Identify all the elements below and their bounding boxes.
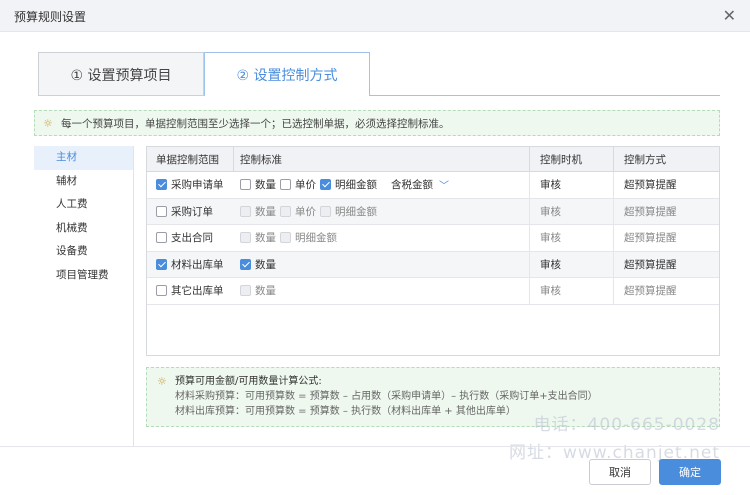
lightbulb-icon: ☼ bbox=[43, 116, 53, 130]
lightbulb-icon: ☼ bbox=[157, 375, 167, 388]
tab-set-control-method[interactable]: ② 设置控制方式 bbox=[204, 52, 370, 96]
table-row: 采购申请单 数量 单价 明细金额 含税金额 ﹀ 审核 超预算提醒 bbox=[147, 172, 719, 199]
cancel-button[interactable]: 取消 bbox=[589, 459, 651, 485]
close-icon[interactable]: ✕ bbox=[723, 6, 736, 25]
header-timing: 控制时机 bbox=[529, 147, 613, 171]
doc-checkbox[interactable] bbox=[156, 205, 167, 217]
budget-item-sidebar: 主材 辅材 人工费 机械费 设备费 项目管理费 bbox=[34, 146, 134, 446]
tip-banner: ☼ 每一个预算项目，单据控制范围至少选择一个；已选控制单据，必须选择控制标准。 bbox=[34, 110, 720, 136]
price-checkbox bbox=[280, 205, 291, 217]
tab-divider bbox=[38, 95, 204, 96]
header-scope: 单据控制范围 bbox=[156, 153, 219, 166]
table-header: 单据控制范围 控制标准 控制时机 控制方式 bbox=[147, 147, 719, 172]
formula-title: 预算可用金额/可用数量计算公式: bbox=[175, 376, 322, 387]
table-row: 材料出库单 数量 审核 超预算提醒 bbox=[147, 251, 719, 278]
qty-checkbox bbox=[240, 205, 251, 217]
timing-value[interactable]: 审核 bbox=[529, 172, 613, 198]
doc-checkbox[interactable] bbox=[156, 258, 167, 270]
sidebar-item-project-management[interactable]: 项目管理费 bbox=[34, 264, 133, 288]
qty-label: 数量 bbox=[255, 205, 276, 218]
sidebar-item-auxiliary-material[interactable]: 辅材 bbox=[34, 170, 133, 194]
doc-label: 支出合同 bbox=[171, 232, 213, 245]
sidebar-item-main-material[interactable]: 主材 bbox=[34, 146, 133, 170]
table-row: 其它出库单 数量 审核 超预算提醒 bbox=[147, 278, 719, 305]
tab-divider bbox=[370, 95, 720, 96]
method-value: 超预算提醒 bbox=[613, 225, 719, 251]
tip-text: 每一个预算项目，单据控制范围至少选择一个；已选控制单据，必须选择控制标准。 bbox=[61, 117, 450, 130]
doc-checkbox[interactable] bbox=[156, 179, 167, 191]
doc-checkbox[interactable] bbox=[156, 232, 167, 244]
amount-checkbox[interactable] bbox=[320, 179, 331, 191]
doc-label: 采购订单 bbox=[171, 205, 213, 218]
price-label: 单价 bbox=[295, 179, 316, 192]
amount-label: 明细金额 bbox=[295, 232, 337, 245]
price-label: 单价 bbox=[295, 205, 316, 218]
header-method: 控制方式 bbox=[613, 147, 719, 171]
timing-value: 审核 bbox=[529, 198, 613, 224]
dialog-title: 预算规则设置 bbox=[14, 10, 87, 24]
tab-set-budget-items[interactable]: ① 设置预算项目 bbox=[38, 52, 204, 96]
sidebar-item-equipment[interactable]: 设备费 bbox=[34, 240, 133, 264]
dialog-titlebar: 预算规则设置 ✕ bbox=[0, 0, 750, 32]
qty-checkbox bbox=[240, 285, 251, 297]
qty-checkbox bbox=[240, 232, 251, 244]
method-value: 超预算提醒 bbox=[613, 198, 719, 224]
qty-label: 数量 bbox=[255, 258, 276, 271]
doc-label: 采购申请单 bbox=[171, 179, 224, 192]
footer-divider bbox=[0, 446, 750, 447]
timing-value: 审核 bbox=[529, 225, 613, 251]
qty-checkbox[interactable] bbox=[240, 179, 251, 191]
timing-value: 审核 bbox=[529, 278, 613, 304]
sidebar-item-labor[interactable]: 人工费 bbox=[34, 193, 133, 217]
qty-checkbox[interactable] bbox=[240, 258, 251, 270]
table-row: 采购订单 数量 单价 明细金额 审核 超预算提醒 bbox=[147, 198, 719, 225]
qty-label: 数量 bbox=[255, 179, 276, 192]
amount-label: 明细金额 bbox=[335, 179, 377, 192]
header-standard: 控制标准 bbox=[233, 147, 529, 171]
doc-label: 材料出库单 bbox=[171, 258, 224, 271]
method-value[interactable]: 超预算提醒 bbox=[613, 172, 719, 198]
amount-checkbox bbox=[320, 205, 331, 217]
qty-label: 数量 bbox=[255, 285, 276, 298]
watermark-phone: 电话：400-665-0028 bbox=[533, 415, 720, 435]
control-table: 单据控制范围 控制标准 控制时机 控制方式 采购申请单 数量 单价 明细金额 含… bbox=[146, 146, 720, 356]
qty-label: 数量 bbox=[255, 232, 276, 245]
amount-label: 明细金额 bbox=[335, 205, 377, 218]
amount-checkbox bbox=[280, 232, 291, 244]
doc-checkbox[interactable] bbox=[156, 285, 167, 297]
timing-value[interactable]: 审核 bbox=[529, 251, 613, 277]
table-row: 支出合同 数量 明细金额 审核 超预算提醒 bbox=[147, 225, 719, 252]
method-value: 超预算提醒 bbox=[613, 278, 719, 304]
confirm-button[interactable]: 确定 bbox=[659, 459, 721, 485]
method-value[interactable]: 超预算提醒 bbox=[613, 251, 719, 277]
doc-label: 其它出库单 bbox=[171, 285, 224, 298]
tax-amount-select[interactable]: 含税金额 bbox=[391, 177, 433, 192]
chevron-down-icon[interactable]: ﹀ bbox=[439, 177, 449, 192]
sidebar-item-machinery[interactable]: 机械费 bbox=[34, 217, 133, 241]
price-checkbox[interactable] bbox=[280, 179, 291, 191]
formula-line: 材料采购预算：可用预算数 = 预算数 – 占用数（采购申请单）– 执行数（采购订… bbox=[175, 391, 598, 402]
